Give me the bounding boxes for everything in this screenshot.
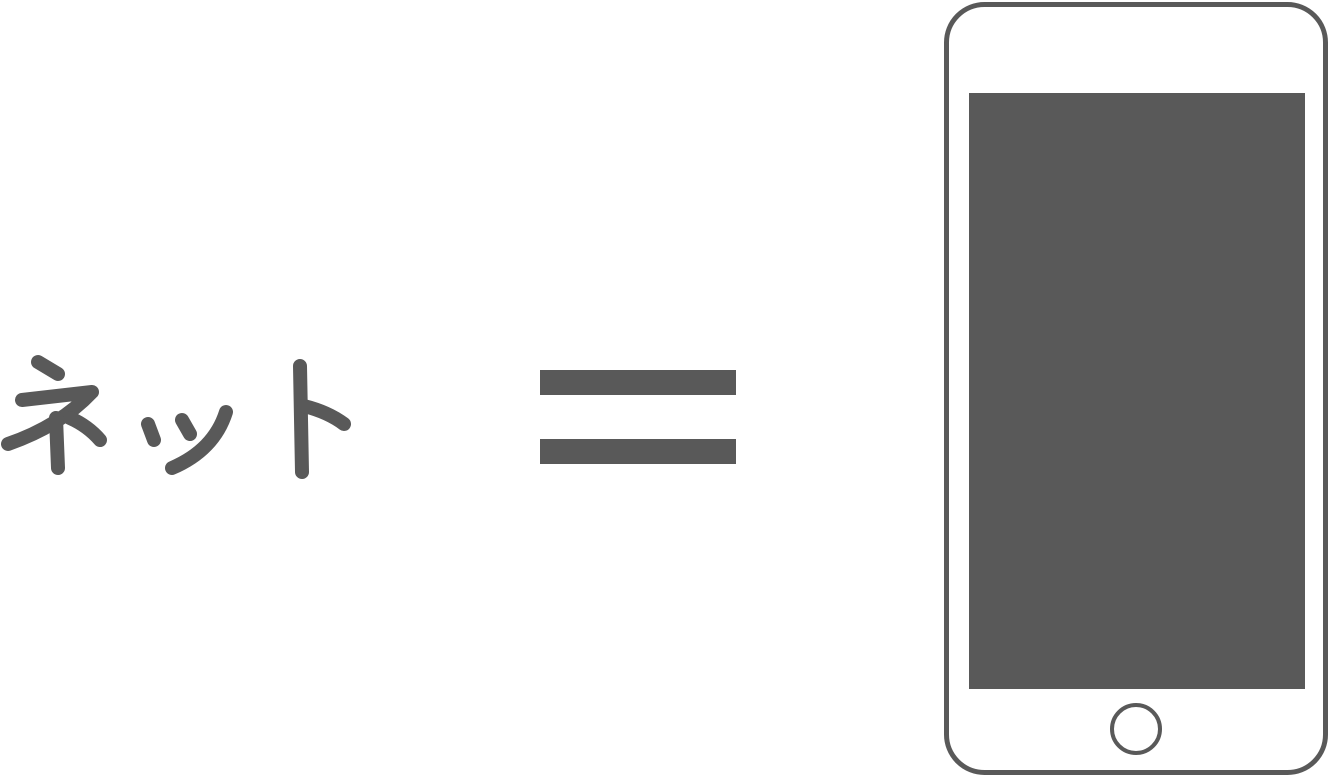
- glyph-ne: [1, 355, 107, 475]
- equals-bottom-bar: [540, 439, 736, 464]
- smartphone-icon: [944, 2, 1328, 775]
- home-button-icon: [1110, 703, 1162, 755]
- equals-top-bar: [540, 370, 736, 395]
- word-net: [0, 340, 360, 490]
- glyph-tsu: [141, 405, 233, 475]
- equals-sign-icon: [540, 368, 738, 468]
- word-net-glyphs: [1, 355, 351, 479]
- illustration: [0, 0, 1330, 777]
- phone-screen: [969, 93, 1305, 689]
- glyph-to: [293, 359, 351, 479]
